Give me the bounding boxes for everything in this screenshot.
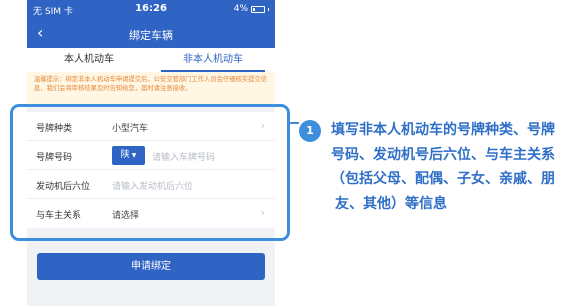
nav-bar: ‹ 绑定车辆: [27, 20, 275, 48]
battery-cap-icon: [268, 7, 269, 11]
callout-line-2: 号码、发动机号后六位、与车主关系: [331, 146, 555, 163]
tab-others-vehicle[interactable]: 非本人机动车: [151, 48, 275, 72]
callout-line-4: 友、其他）等信息: [335, 195, 447, 212]
callout-line-1: 填写非本人机动车的号牌种类、号牌: [331, 122, 555, 138]
callout-text: 填写非本人机动车的号牌种类、号牌 号码、发动机号后六位、与车主关系 （包括父母、…: [331, 118, 566, 216]
highlight-box: [10, 104, 290, 241]
battery-percent: 4%: [233, 4, 248, 14]
tab-bar: 本人机动车 非本人机动车: [27, 48, 275, 72]
step-number-badge: 1: [299, 120, 321, 142]
submit-button[interactable]: 申请绑定: [37, 253, 265, 280]
page-title: 绑定车辆: [129, 29, 173, 42]
connector-line: [289, 122, 299, 124]
status-bar: 无 SIM 卡 16:26 4%: [27, 0, 275, 20]
battery-icon: [251, 5, 265, 13]
notice-text: 温馨提示：绑定非本人机动车申请提交后，公安交管部门工作人员会仔细核实提交信息，我…: [27, 72, 275, 106]
tab-own-vehicle[interactable]: 本人机动车: [27, 48, 151, 72]
callout-line-3: （包括父母、配偶、子女、亲戚、朋: [331, 171, 555, 187]
status-right: 4%: [234, 4, 269, 14]
